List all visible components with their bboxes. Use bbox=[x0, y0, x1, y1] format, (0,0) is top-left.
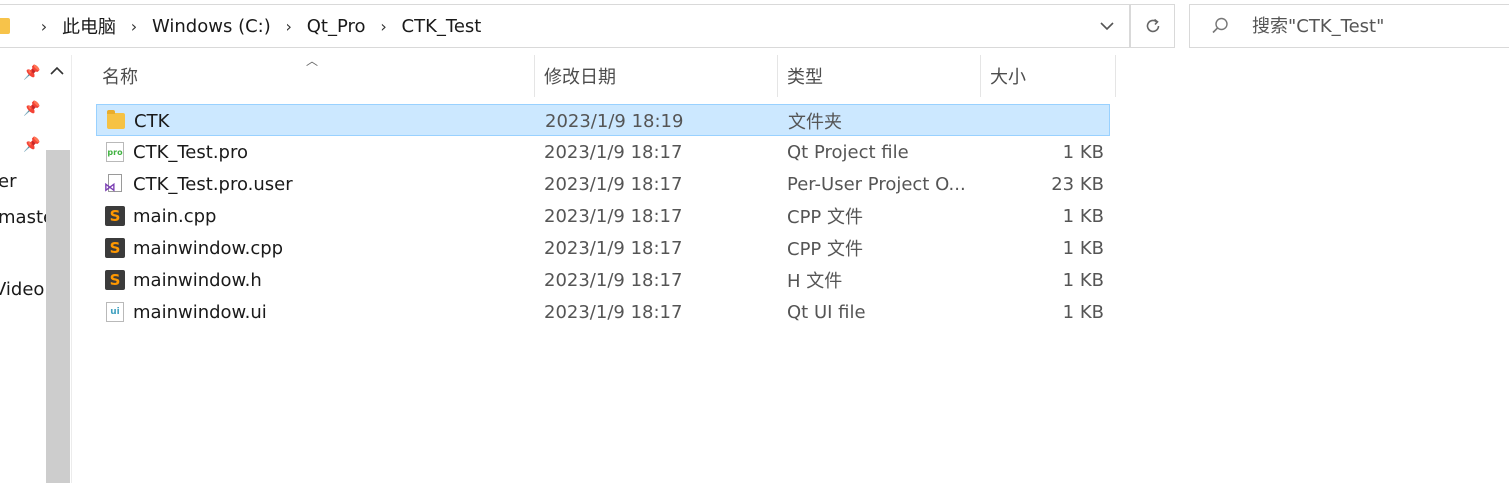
file-size: 23 KB bbox=[1051, 173, 1104, 195]
breadcrumb-ctk-test[interactable]: CTK_Test bbox=[400, 16, 484, 37]
sublime-file-icon: S bbox=[105, 206, 125, 226]
column-header-date[interactable]: 修改日期 bbox=[538, 55, 778, 97]
file-date: 2023/1/9 18:17 bbox=[544, 141, 683, 163]
file-date: 2023/1/9 18:17 bbox=[544, 269, 683, 291]
breadcrumb-qt-pro[interactable]: Qt_Pro bbox=[305, 16, 368, 37]
breadcrumb-windows-c[interactable]: Windows (C:) bbox=[150, 16, 273, 37]
file-type: CPP 文件 bbox=[787, 207, 863, 228]
file-row-mainwindow-h[interactable]: S mainwindow.h 2023/1/9 18:17 H 文件 1 KB bbox=[96, 264, 1110, 296]
qt-pro-file-icon: pro bbox=[106, 142, 124, 162]
file-name: CTK bbox=[134, 110, 170, 132]
file-date: 2023/1/9 18:17 bbox=[544, 205, 683, 227]
file-size: 1 KB bbox=[1062, 269, 1104, 291]
file-date: 2023/1/9 18:17 bbox=[544, 173, 683, 195]
search-input[interactable] bbox=[1250, 14, 1504, 38]
refresh-icon[interactable] bbox=[1131, 4, 1175, 48]
nav-item-folder[interactable]: er bbox=[0, 171, 16, 192]
file-name: mainwindow.h bbox=[133, 269, 262, 291]
chevron-right-icon[interactable]: › bbox=[281, 17, 297, 36]
chevron-right-icon[interactable]: › bbox=[376, 17, 392, 36]
file-row-mainwindow-cpp[interactable]: S mainwindow.cpp 2023/1/9 18:17 CPP 文件 1… bbox=[96, 232, 1110, 264]
file-row-main-cpp[interactable]: S main.cpp 2023/1/9 18:17 CPP 文件 1 KB bbox=[96, 200, 1110, 232]
file-name: mainwindow.ui bbox=[133, 301, 267, 323]
file-list: CTK 2023/1/9 18:19 文件夹 pro CTK_Test.pro … bbox=[96, 104, 1110, 328]
folder-icon bbox=[0, 18, 10, 34]
file-row-ctk-test-pro[interactable]: pro CTK_Test.pro 2023/1/9 18:17 Qt Proje… bbox=[96, 136, 1110, 168]
pin-icon: 📌 bbox=[23, 137, 41, 153]
file-size: 1 KB bbox=[1062, 301, 1104, 323]
chevron-down-icon[interactable] bbox=[1085, 5, 1130, 47]
sublime-file-icon: S bbox=[105, 238, 125, 258]
column-header-type[interactable]: 类型 bbox=[781, 55, 981, 97]
qt-ui-file-icon: ui bbox=[106, 302, 124, 322]
breadcrumb-this-pc[interactable]: 此电脑 bbox=[60, 13, 118, 39]
file-type: Qt Project file bbox=[787, 141, 909, 163]
file-name: mainwindow.cpp bbox=[133, 237, 284, 259]
file-row-ctk[interactable]: CTK 2023/1/9 18:19 文件夹 bbox=[96, 104, 1110, 136]
pin-icon: 📌 bbox=[23, 101, 41, 117]
file-date: 2023/1/9 18:17 bbox=[544, 237, 683, 259]
file-type: H 文件 bbox=[787, 271, 843, 292]
file-row-mainwindow-ui[interactable]: ui mainwindow.ui 2023/1/9 18:17 Qt UI fi… bbox=[96, 296, 1110, 328]
file-type: CPP 文件 bbox=[787, 239, 863, 260]
column-header-size[interactable]: 大小 bbox=[984, 55, 1116, 97]
sublime-file-icon: S bbox=[105, 270, 125, 290]
file-name: main.cpp bbox=[133, 205, 217, 227]
pin-icon: 📌 bbox=[23, 65, 41, 81]
file-date: 2023/1/9 18:19 bbox=[545, 110, 684, 132]
search-box[interactable] bbox=[1189, 4, 1509, 48]
file-size: 1 KB bbox=[1062, 205, 1104, 227]
column-header-name[interactable]: 名称 bbox=[96, 55, 535, 97]
scroll-up-icon[interactable] bbox=[46, 55, 68, 85]
address-bar[interactable]: › 此电脑 › Windows (C:) › Qt_Pro › CTK_Test bbox=[0, 4, 1131, 48]
file-name: CTK_Test.pro bbox=[133, 141, 248, 163]
nav-item-folder[interactable]: maste bbox=[0, 207, 46, 228]
navigation-pane: 📌 📌 📌 er maste Video bbox=[0, 55, 72, 483]
chevron-right-icon[interactable]: › bbox=[36, 17, 52, 36]
file-row-ctk-test-pro-user[interactable]: ⋈ CTK_Test.pro.user 2023/1/9 18:17 Per-U… bbox=[96, 168, 1110, 200]
search-icon bbox=[1190, 17, 1250, 35]
file-size: 1 KB bbox=[1062, 237, 1104, 259]
folder-icon bbox=[107, 110, 125, 129]
scrollbar-thumb[interactable] bbox=[46, 150, 70, 483]
vs-user-file-icon: ⋈ bbox=[104, 174, 124, 194]
file-type: Qt UI file bbox=[787, 301, 866, 323]
breadcrumb: › 此电脑 › Windows (C:) › Qt_Pro › CTK_Test bbox=[0, 5, 483, 47]
file-date: 2023/1/9 18:17 bbox=[544, 301, 683, 323]
pane-divider[interactable] bbox=[71, 55, 72, 483]
chevron-right-icon[interactable]: › bbox=[126, 17, 142, 36]
file-size: 1 KB bbox=[1062, 141, 1104, 163]
file-name: CTK_Test.pro.user bbox=[133, 173, 293, 195]
file-type: 文件夹 bbox=[788, 112, 842, 133]
file-type: Per-User Project O... bbox=[787, 173, 966, 195]
nav-item-videos[interactable]: Video bbox=[0, 279, 44, 300]
